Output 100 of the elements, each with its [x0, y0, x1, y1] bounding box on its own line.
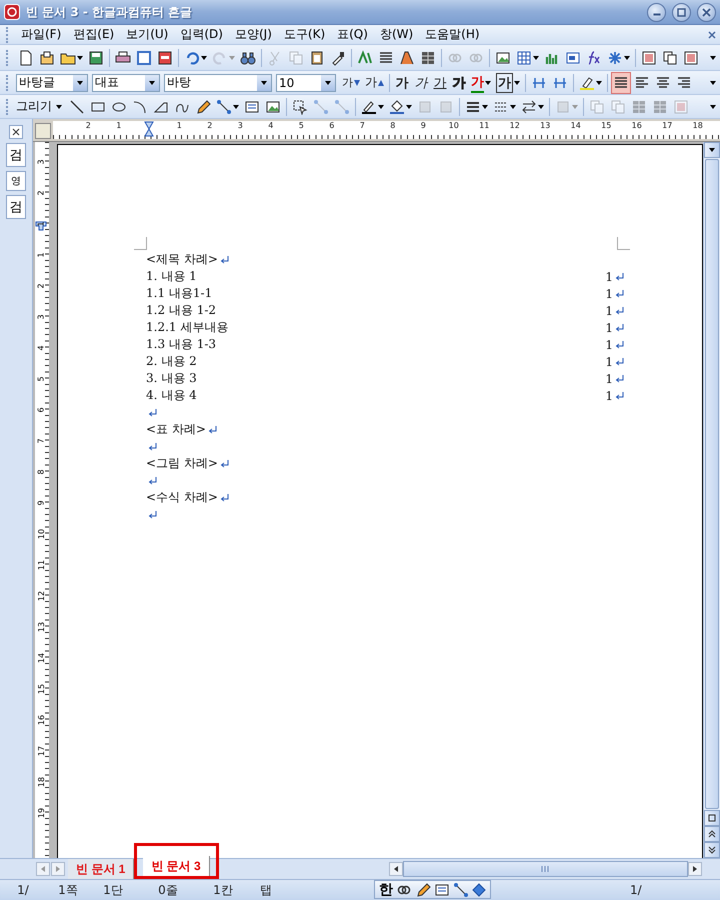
square-icon: [438, 98, 454, 114]
page-number: 1: [605, 388, 613, 402]
menu-item[interactable]: 모양(J): [228, 24, 278, 45]
ruler-number: 12: [38, 590, 46, 601]
paragraph-mark-icon: [148, 442, 157, 450]
ruler-number: 10: [38, 528, 46, 539]
paragraph-mark-icon: [615, 290, 624, 298]
ruler-number: 16: [630, 121, 643, 131]
drawing-dropdown[interactable]: 그리기: [16, 98, 66, 115]
ruler-number: 6: [38, 406, 46, 412]
font-dropdown[interactable]: 바탕: [164, 74, 272, 92]
toc-heading: <표 차례>: [146, 421, 206, 438]
previous-tab-button[interactable]: [36, 862, 50, 876]
page-number: 1: [605, 304, 613, 318]
menu-item[interactable]: 창(W): [374, 24, 420, 45]
double-up-arrow-icon: [708, 830, 716, 838]
menu-item[interactable]: 표(Q): [331, 24, 374, 45]
page-number: 1: [605, 320, 613, 334]
caret-icon: [538, 104, 544, 108]
connector-icon: [334, 98, 350, 114]
status-item: 0줄: [157, 882, 179, 898]
menu-item[interactable]: 도구(K): [278, 24, 332, 45]
paragraph-mark-icon: [615, 340, 624, 348]
side-panel-tab[interactable]: 검: [6, 143, 26, 167]
menu-item[interactable]: 편집(E): [67, 24, 120, 45]
ruler-number: 15: [38, 683, 46, 694]
pdf-icon: [157, 50, 173, 66]
font-size-dropdown[interactable]: 10: [276, 74, 336, 92]
scrollbar-thumb[interactable]: [705, 159, 719, 809]
pen-icon: [361, 98, 377, 114]
character-style-icon: [399, 50, 415, 66]
side-panel-tab[interactable]: 영: [6, 171, 26, 191]
save-icon: [88, 50, 104, 66]
language-dropdown[interactable]: 대표: [92, 74, 160, 92]
asterisk-icon: [607, 50, 623, 66]
format-button[interactable]: 가: [363, 72, 386, 94]
document-tab[interactable]: 빈 문서 3: [143, 856, 210, 876]
caret-icon: [572, 104, 578, 108]
page-number: 1: [605, 338, 613, 352]
spell-check-icon: [357, 50, 373, 66]
minimize-button[interactable]: [647, 2, 666, 22]
indent-marker-icon[interactable]: [144, 121, 154, 139]
maximize-button[interactable]: [672, 2, 691, 22]
scroll-up-button[interactable]: [704, 142, 720, 158]
format-button[interactable]: 가: [469, 72, 493, 94]
ruler-number: 5: [298, 121, 305, 131]
ruler-number: 10: [448, 121, 460, 131]
ruler-number: 14: [570, 121, 582, 131]
close-button[interactable]: [697, 2, 716, 22]
format-button[interactable]: 가: [412, 72, 430, 94]
side-panel-tab[interactable]: 검: [6, 195, 26, 219]
caret-icon: [485, 80, 491, 84]
indent-marker-icon[interactable]: [35, 221, 47, 231]
caret-icon: [710, 56, 716, 60]
next-page-button[interactable]: [704, 842, 720, 858]
previous-page-button[interactable]: [704, 826, 720, 842]
document-tab[interactable]: 빈 문서 1: [68, 859, 134, 879]
toc-entry: 1.3 내용 1-3: [146, 336, 216, 353]
scroll-right-button[interactable]: [688, 862, 702, 876]
menu-item[interactable]: 도움말(H): [419, 24, 486, 45]
style-grid-icon: [631, 98, 647, 114]
format-button[interactable]: 가: [450, 72, 468, 94]
arc-icon: [132, 98, 148, 114]
caret-icon: [596, 80, 602, 84]
scrollbar-thumb[interactable]: [402, 861, 688, 877]
scroll-left-button[interactable]: [388, 862, 403, 876]
style-dropdown[interactable]: 바탕글: [16, 74, 88, 92]
align-button[interactable]: [611, 72, 631, 94]
ruler-number: 2: [206, 121, 214, 131]
right-triangle-icon: [55, 866, 61, 872]
paragraph-icon: [378, 50, 394, 66]
format-button[interactable]: 가: [431, 72, 449, 94]
caret-icon: [533, 56, 539, 60]
minimize-icon: [652, 13, 660, 16]
caret-icon: [233, 104, 239, 108]
next-tab-button[interactable]: [51, 862, 65, 876]
ruler-number: 6: [328, 121, 336, 131]
justify-icon: [613, 74, 629, 90]
copy-icon: [589, 98, 605, 114]
ruler-number: 17: [38, 745, 46, 756]
ruler-number: 19: [38, 807, 46, 818]
status-item: 1/: [16, 883, 30, 897]
format-button[interactable]: 가: [340, 72, 362, 94]
menu-item[interactable]: 입력(D): [174, 24, 229, 45]
ruler-number: 11: [38, 559, 46, 570]
pencil-icon: [195, 98, 211, 114]
ruler-number: 3: [38, 314, 46, 320]
copy-icon: [288, 50, 304, 66]
page-number: 1: [605, 372, 613, 386]
ruler-number: 1: [38, 252, 46, 258]
paragraph-mark-icon: [615, 324, 624, 332]
menu-item[interactable]: 파일(F): [15, 24, 68, 45]
menu-item[interactable]: 보기(U): [120, 24, 174, 45]
ruler-number: 3: [236, 121, 244, 131]
page-view-button[interactable]: [704, 810, 720, 826]
format-button[interactable]: 가: [393, 72, 411, 94]
table-icon: [516, 50, 532, 66]
ruler-number: 9: [38, 500, 46, 506]
close-icon[interactable]: [9, 125, 23, 139]
caret-icon: [229, 56, 235, 60]
